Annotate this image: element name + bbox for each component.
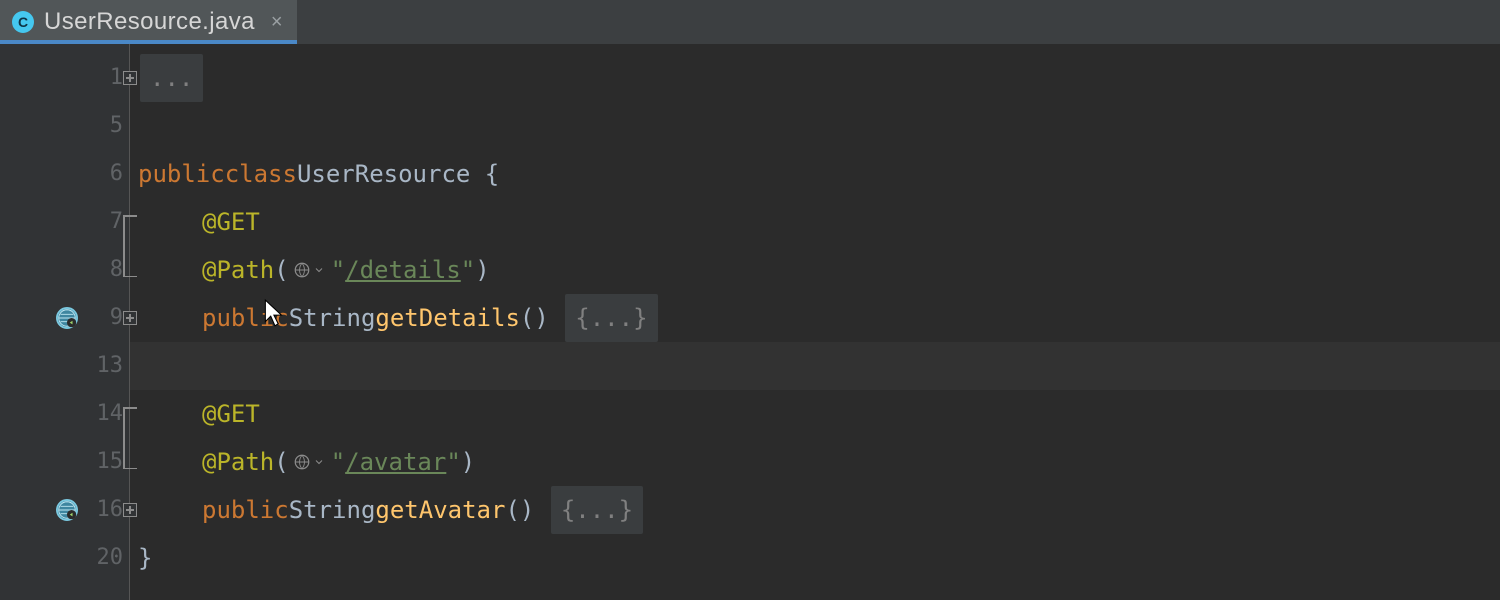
tab-title: UserResource.java — [44, 8, 255, 36]
tab-bar: C UserResource.java × — [0, 0, 1500, 44]
paren-open: ( — [274, 438, 288, 486]
gutter-row: 13 — [0, 342, 129, 390]
code-line[interactable]: @GET — [130, 198, 1500, 246]
annotation-get: @GET — [202, 198, 260, 246]
code-line[interactable]: } — [130, 534, 1500, 582]
annotation-path: @Path — [202, 246, 274, 294]
code-editor[interactable]: 1 5 6 7 8 — [0, 44, 1500, 600]
parens: () — [520, 294, 549, 342]
line-number: 16 — [85, 486, 123, 534]
gutter-row: 7 — [0, 198, 129, 246]
code-line[interactable] — [130, 102, 1500, 150]
line-number: 8 — [85, 246, 123, 294]
code-line[interactable]: public class UserResource { — [130, 150, 1500, 198]
string-quote: " — [461, 246, 475, 294]
keyword-public: public — [138, 150, 225, 198]
url-inlay-hint[interactable] — [289, 261, 329, 279]
paren-open: ( — [274, 246, 288, 294]
gutter-row: 1 — [0, 54, 129, 102]
line-number: 6 — [85, 150, 123, 198]
paren-close: ) — [475, 246, 489, 294]
line-number: 7 — [85, 198, 123, 246]
editor-code-area[interactable]: ... public class UserResource { @GET @Pa… — [130, 44, 1500, 600]
gutter-row: 9 — [0, 294, 129, 342]
endpoint-gutter-icon[interactable] — [55, 498, 79, 522]
class-file-icon: C — [12, 11, 34, 33]
gutter-row: 14 — [0, 390, 129, 438]
line-number: 13 — [85, 342, 123, 390]
close-tab-icon[interactable]: × — [271, 11, 283, 34]
code-line[interactable]: public String getAvatar() {...} — [130, 486, 1500, 534]
keyword-public: public — [202, 486, 289, 534]
gutter-row: 16 — [0, 486, 129, 534]
keyword-public: public — [202, 294, 289, 342]
code-line-current[interactable] — [130, 342, 1500, 390]
code-line[interactable]: @Path( "/details") — [130, 246, 1500, 294]
folded-placeholder[interactable]: {...} — [565, 294, 657, 342]
string-quote: " — [331, 438, 345, 486]
line-number: 15 — [85, 438, 123, 486]
code-line[interactable]: public String getDetails() {...} — [130, 294, 1500, 342]
whitespace — [534, 486, 548, 534]
code-line[interactable]: @Path( "/avatar") — [130, 438, 1500, 486]
annotation-path: @Path — [202, 438, 274, 486]
path-string[interactable]: /details — [345, 246, 461, 294]
brace-close: } — [138, 534, 152, 582]
code-line[interactable]: @GET — [130, 390, 1500, 438]
gutter-row: 20 — [0, 534, 129, 582]
parens: () — [505, 486, 534, 534]
gutter-row: 15 — [0, 438, 129, 486]
gutter-row: 5 — [0, 102, 129, 150]
editor-tab-active[interactable]: C UserResource.java × — [0, 0, 297, 44]
brace-open: { — [470, 150, 499, 198]
method-name: getDetails — [375, 294, 520, 342]
gutter-row: 8 — [0, 246, 129, 294]
class-name: UserResource — [297, 150, 470, 198]
string-quote: " — [331, 246, 345, 294]
line-number: 1 — [85, 54, 123, 102]
line-number: 14 — [85, 390, 123, 438]
editor-gutter: 1 5 6 7 8 — [0, 44, 130, 600]
line-number: 20 — [85, 534, 123, 582]
code-line[interactable]: ... — [130, 54, 1500, 102]
endpoint-gutter-icon[interactable] — [55, 306, 79, 330]
gutter-row: 6 — [0, 150, 129, 198]
folded-placeholder[interactable]: {...} — [551, 486, 643, 534]
paren-close: ) — [461, 438, 475, 486]
return-type: String — [289, 294, 376, 342]
line-number: 9 — [85, 294, 123, 342]
method-name: getAvatar — [375, 486, 505, 534]
url-inlay-hint[interactable] — [289, 453, 329, 471]
keyword-class: class — [225, 150, 297, 198]
line-number: 5 — [85, 102, 123, 150]
annotation-get: @GET — [202, 390, 260, 438]
return-type: String — [289, 486, 376, 534]
folded-placeholder[interactable]: ... — [140, 54, 203, 102]
whitespace — [549, 294, 563, 342]
path-string[interactable]: /avatar — [345, 438, 446, 486]
string-quote: " — [446, 438, 460, 486]
